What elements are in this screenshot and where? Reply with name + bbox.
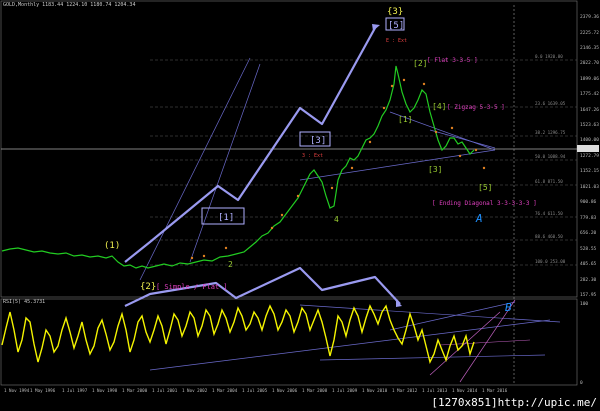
- price-axis: 2379.36 2225.72 2146.35 2022.70 1899.06 …: [580, 14, 599, 298]
- price-tick: 1152.15: [580, 168, 599, 174]
- date-axis: 1 Nov 1994 1 May 1996 1 Jul 1997 1 Nov 1…: [4, 388, 508, 393]
- wave-label-flat: [ Flat 3-3-5 ]: [427, 57, 478, 64]
- wave-label-small-2: 2: [228, 260, 233, 269]
- wave-label-green-4: [4]: [432, 102, 446, 111]
- date-tick: 1 Nov 2010: [362, 388, 388, 393]
- price-tick: 1400.00: [580, 137, 599, 143]
- date-tick: 1 Nov 1994: [4, 388, 30, 393]
- date-tick: 1 Jul 2013: [422, 388, 448, 393]
- fib-labels: 0.0 1920.80 23.6 1639.05 38.2 1296.75 50…: [535, 54, 566, 264]
- rsi-title: RSI(5) 45.3731: [3, 299, 46, 305]
- wave-label-small-4: 4: [334, 215, 339, 224]
- wave-label-ext3: 3 : Ext: [302, 153, 323, 159]
- date-tick: 1 Nov 2014: [452, 388, 478, 393]
- date-tick: 1 Nov 2006: [272, 388, 298, 393]
- price-tick: 282.30: [580, 277, 597, 283]
- rsi-axis: 100 0: [580, 301, 588, 386]
- wave-label-2: {2}: [140, 282, 156, 292]
- price-tick: 2225.72: [580, 30, 599, 36]
- fib-label: 23.6 1639.05: [535, 101, 566, 106]
- fib-label: 38.2 1296.75: [535, 130, 566, 135]
- price-tick: 656.20: [580, 230, 597, 236]
- price-tick: 1899.06: [580, 76, 599, 82]
- rsi-series: [1, 304, 475, 365]
- fib-levels: [1, 59, 577, 266]
- price-tick: 528.55: [580, 246, 597, 252]
- wave-label-green-2: [2]: [413, 59, 427, 68]
- wave-label-box3: [3]: [310, 136, 326, 146]
- price-tick: 1523.63: [580, 122, 599, 128]
- rsi-tick: 100: [580, 301, 588, 307]
- price-tick: 2022.70: [580, 60, 599, 66]
- price-tick: 1021.03: [580, 184, 599, 190]
- wave-label-ending-diagonal: [ Ending Diagonal 3-3-3-3-3 ]: [432, 200, 537, 207]
- price-tick: 900.86: [580, 199, 597, 205]
- fib-label: 88.6 460.50: [535, 234, 563, 239]
- fib-label: 0.0 1920.80: [535, 54, 563, 59]
- chart-canvas: 0.0 1920.80 23.6 1639.05 38.2 1296.75 50…: [0, 0, 599, 393]
- wave-label-3: {3}: [387, 7, 403, 17]
- date-tick: 1 Mar 2000: [122, 388, 148, 393]
- wave-label-1: (1): [104, 241, 120, 251]
- alt-label-a: A: [475, 212, 483, 225]
- wave-label-green-3: [3]: [428, 165, 442, 174]
- arrow-head: [396, 300, 402, 307]
- price-tick: 405.65: [580, 261, 597, 267]
- price-tick: 1272.79: [580, 153, 599, 159]
- chart-title: GOLD,Monthly 1183.44 1224.10 1180.74 120…: [3, 2, 136, 8]
- price-tick: 779.83: [580, 215, 597, 221]
- wave-label-box1: [1]: [218, 213, 234, 223]
- date-tick: 1 Jul 2005: [242, 388, 268, 393]
- price-tick: 2379.36: [580, 14, 599, 20]
- fib-label: 76.4 611.50: [535, 211, 563, 216]
- footer-watermark: [1270x851]http://upic.me/: [431, 396, 597, 409]
- wave-label-ext1: E : Ext: [386, 38, 407, 44]
- date-tick: 1 Mar 2008: [302, 388, 328, 393]
- fib-label: 50.0 1088.94: [535, 154, 566, 159]
- wave-label-green-1: [1]: [398, 115, 412, 124]
- price-series: [1, 65, 475, 269]
- arrow-head: [372, 24, 380, 31]
- price-tick: 1647.26: [580, 107, 599, 113]
- fib-label: 100.0 253.00: [535, 259, 566, 264]
- price-tick: 1775.42: [580, 91, 599, 97]
- date-tick: 1 Jul 2009: [332, 388, 358, 393]
- date-tick: 1 Nov 1998: [92, 388, 118, 393]
- price-tick: 157.95: [580, 292, 597, 298]
- fib-label: 61.8 871.50: [535, 179, 563, 184]
- wave-label-box5: [5]: [388, 21, 404, 31]
- wave-label-simple-flat: [ Simple / Flat ]: [156, 283, 228, 291]
- wave-label-zigzag: [ Zigzag 5-3-5 ]: [447, 104, 505, 111]
- date-tick: 1 Jul 2001: [152, 388, 178, 393]
- current-price-marker: [577, 145, 599, 152]
- date-tick: 1 Mar 2016: [482, 388, 508, 393]
- date-tick: 1 May 1996: [30, 388, 56, 393]
- alt-label-b: B: [505, 301, 512, 314]
- date-tick: 1 Mar 2012: [392, 388, 418, 393]
- date-tick: 1 Nov 2002: [182, 388, 208, 393]
- rsi-tick: 0: [580, 380, 583, 386]
- date-tick: 1 Mar 2004: [212, 388, 238, 393]
- date-tick: 1 Jul 1997: [62, 388, 88, 393]
- price-tick: 2146.35: [580, 45, 599, 51]
- wave-label-green-5: [5]: [478, 183, 492, 192]
